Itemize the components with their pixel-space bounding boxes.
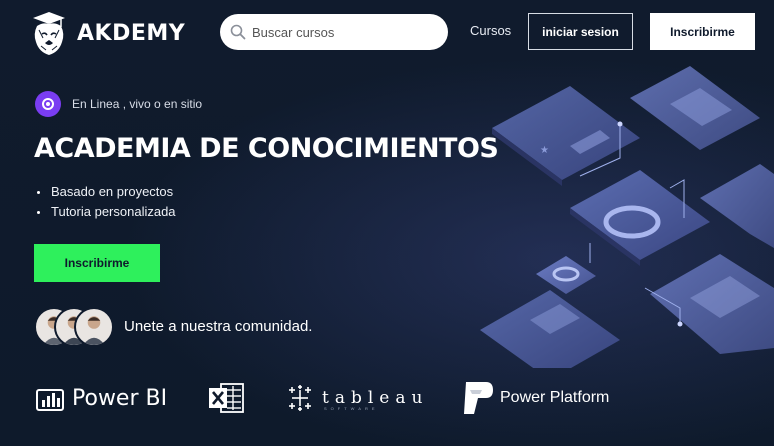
powerplatform-label: Power Platform (500, 389, 610, 406)
search-input[interactable] (252, 24, 432, 40)
excel-icon (209, 383, 244, 413)
lion-logo-icon (33, 12, 65, 55)
nav-link-courses[interactable]: Cursos (470, 23, 511, 38)
powerbi-logo: Power BI (36, 380, 167, 416)
tableau-icon (289, 385, 311, 411)
feature-item: Basado en proyectos (37, 182, 176, 202)
powerbi-label: Power BI (72, 385, 168, 411)
bullet-icon (37, 190, 40, 194)
excel-logo (209, 380, 245, 416)
landing-page: AKDEMY Cursos iniciar sesion Inscribirme… (0, 0, 774, 446)
brand-name: AKDEMY (77, 20, 186, 46)
search-bar[interactable] (220, 14, 448, 50)
live-radio-icon (35, 91, 61, 117)
powerbi-icon (36, 389, 64, 411)
community-avatars (34, 307, 114, 347)
svg-text:★: ★ (540, 145, 549, 156)
search-icon (230, 24, 246, 40)
powerplatform-icon (464, 382, 493, 414)
login-button[interactable]: iniciar sesion (528, 13, 633, 50)
tableau-sublabel: SOFTWARE (324, 406, 379, 411)
signup-button-hero[interactable]: Inscribirme (34, 244, 160, 282)
feature-list: Basado en proyectos Tutoria personalizad… (37, 182, 176, 222)
community-text: Unete a nuestra comunidad. (124, 318, 313, 335)
modality-tag: En Linea , vivo o en sitio (35, 91, 202, 117)
hero-title: ACADEMIA DE CONOCIMIENTOS (34, 133, 499, 164)
tableau-logo: tableau SOFTWARE (286, 380, 428, 416)
brand-logo[interactable]: AKDEMY (29, 10, 185, 56)
dashboard-illustration: ★ (480, 66, 774, 368)
powerplatform-logo: Power Platform (460, 380, 609, 416)
feature-item: Tutoria personalizada (37, 202, 176, 222)
avatar (74, 307, 114, 347)
modality-text: En Linea , vivo o en sitio (72, 97, 203, 111)
bullet-icon (37, 210, 40, 214)
tableau-label: tableau (322, 388, 429, 408)
signup-button-header[interactable]: Inscribirme (650, 13, 755, 50)
